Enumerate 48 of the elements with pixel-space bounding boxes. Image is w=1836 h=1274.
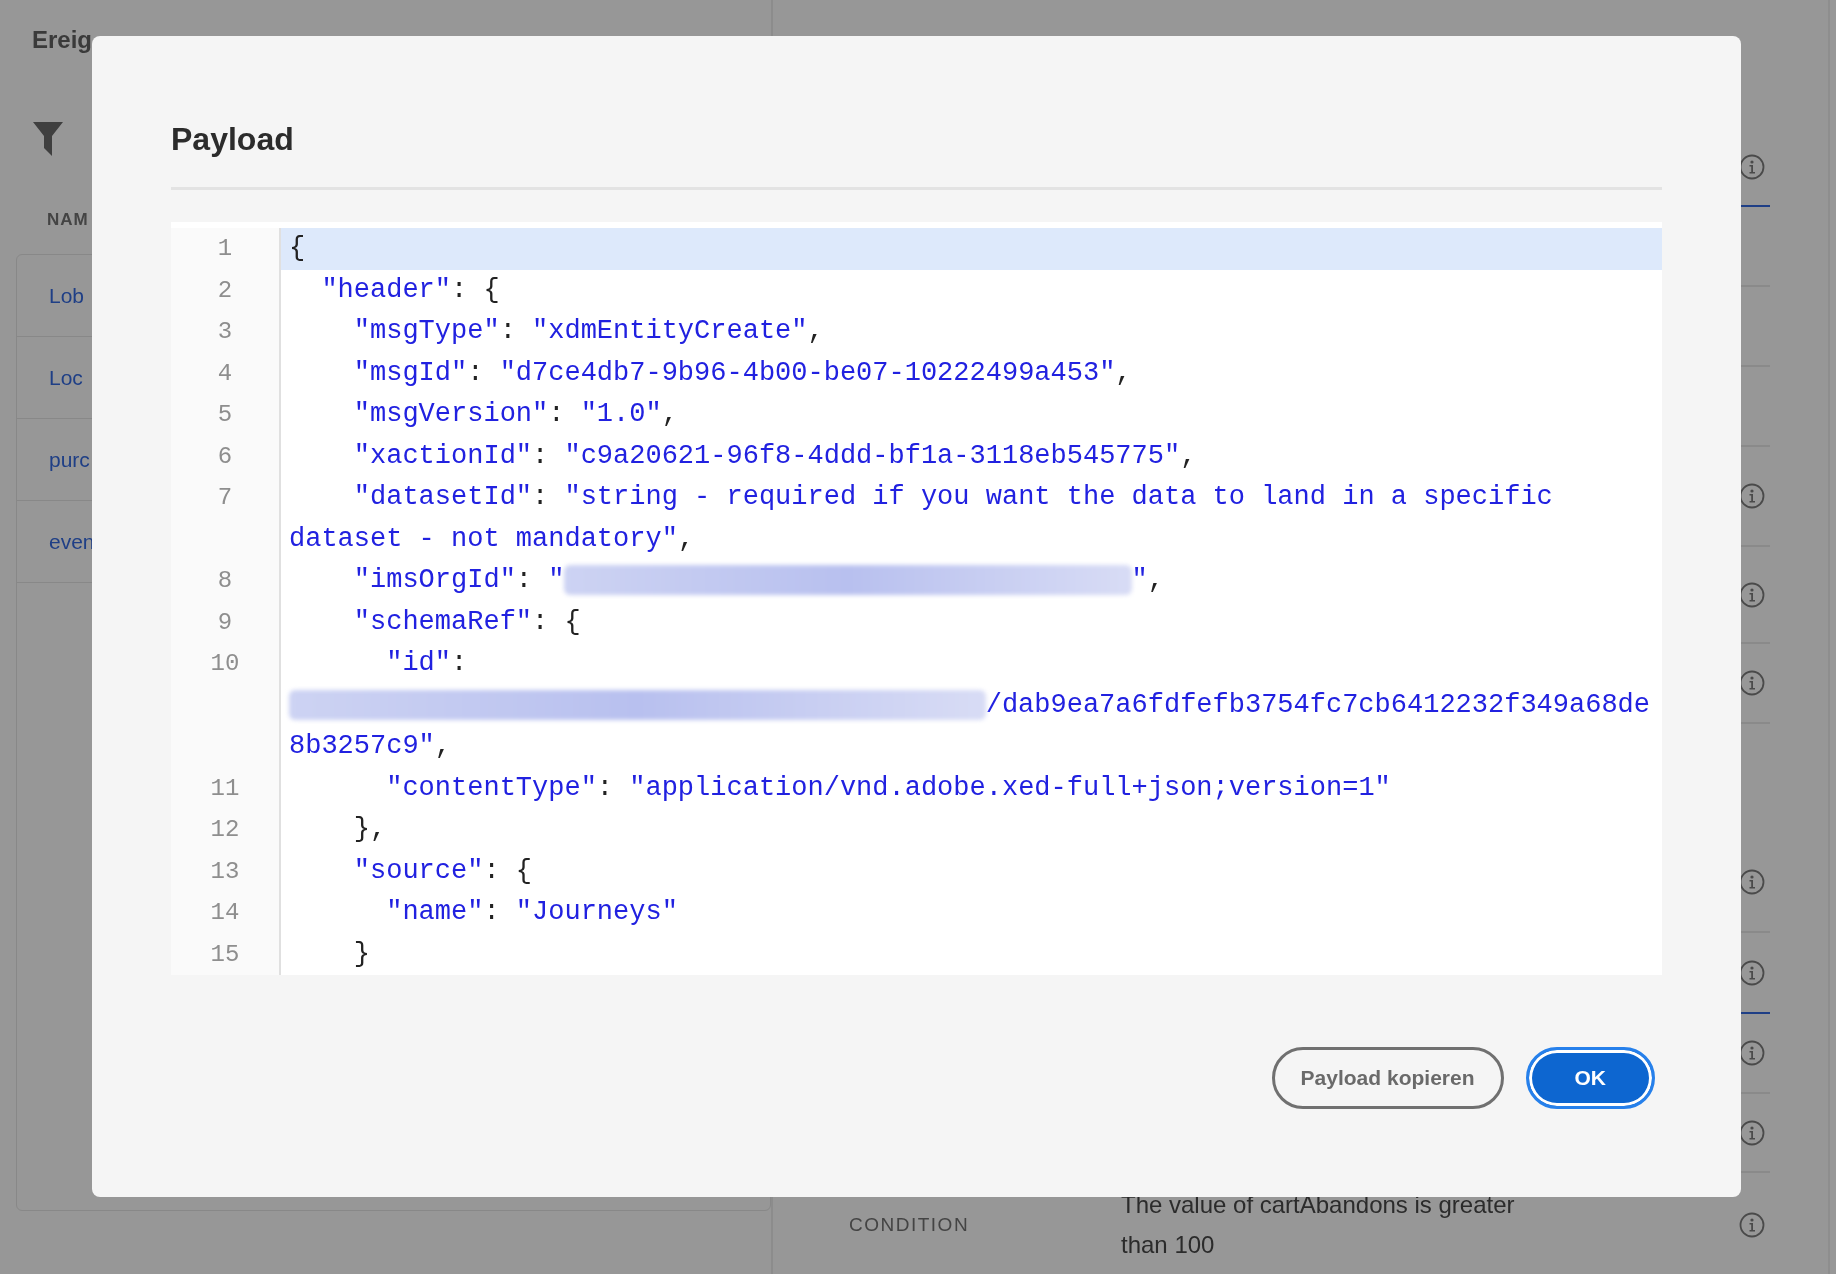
code-line: "name": "Journeys" (385, 896, 679, 929)
event-name-link[interactable]: even (49, 529, 95, 554)
code-line: "msgType": "xdmEntityCreate", (352, 315, 825, 348)
code-line: "xactionId": "c9a20621-96f8-4ddd-bf1a-3118eb545775", (352, 439, 1198, 473)
field-label: CONDITION (849, 1214, 971, 1236)
code-line: "datasetId": "string - required if you want the data to land in a specific dataset - not mandatory", (288, 481, 1554, 556)
info-icon[interactable] (1739, 959, 1765, 986)
line-number: 15 (210, 939, 240, 970)
event-name-link[interactable]: purc (49, 447, 90, 472)
event-name-link[interactable]: Loc (49, 365, 83, 390)
info-icon[interactable] (1739, 581, 1765, 608)
info-icon[interactable] (1739, 670, 1765, 696)
line-number: 5 (217, 400, 233, 430)
event-name-link[interactable]: Lob (49, 283, 85, 308)
code-line: "schemaRef": { (352, 605, 582, 639)
line-number: 1 (217, 234, 233, 264)
line-number: 8 (217, 566, 233, 596)
copy-payload-button[interactable]: Payload kopieren (1271, 1047, 1504, 1109)
info-icon[interactable] (1739, 1040, 1765, 1066)
line-number: 3 (217, 317, 233, 347)
info-icon[interactable] (1739, 154, 1765, 180)
code-line: "msgId": "d7ce4db7-9b96-4b00-be07-10222499a453", (352, 356, 1133, 390)
code-line: "msgVersion": "1.0", (352, 398, 679, 431)
line-number: 4 (217, 358, 233, 389)
dialog-title: Payload (171, 120, 294, 159)
line-number: 9 (217, 607, 233, 638)
line-number: 12 (210, 815, 240, 845)
info-icon[interactable] (1739, 1119, 1765, 1146)
code-line: "header": { (320, 273, 501, 307)
line-number: 13 (210, 856, 240, 887)
line-number: 11 (210, 773, 240, 804)
code-line: "imsOrgId": " ", (352, 564, 1165, 597)
line-number: 7 (217, 483, 233, 513)
info-icon[interactable] (1739, 869, 1765, 895)
code-line: "source": { (352, 854, 534, 888)
filter-icon[interactable] (33, 122, 63, 156)
info-icon[interactable] (1739, 483, 1765, 509)
code-line: }, (352, 813, 388, 846)
ok-button[interactable]: OK (1525, 1047, 1655, 1109)
line-number: 2 (217, 275, 233, 306)
line-number: 14 (210, 898, 240, 928)
column-header: NAM (47, 210, 89, 230)
page-title: Ereig (32, 26, 93, 54)
line-number: 10 (210, 649, 240, 679)
code-line: "contentType": "application/vnd.adobe.xed-full+json;version=1" (385, 771, 1392, 805)
line-number: 6 (217, 441, 233, 472)
code-line: } (352, 937, 371, 971)
code-line: "id": /dab9ea7a6fdfefb3754fc7cb6412232f349a68de8b3257c9", (288, 647, 1651, 763)
